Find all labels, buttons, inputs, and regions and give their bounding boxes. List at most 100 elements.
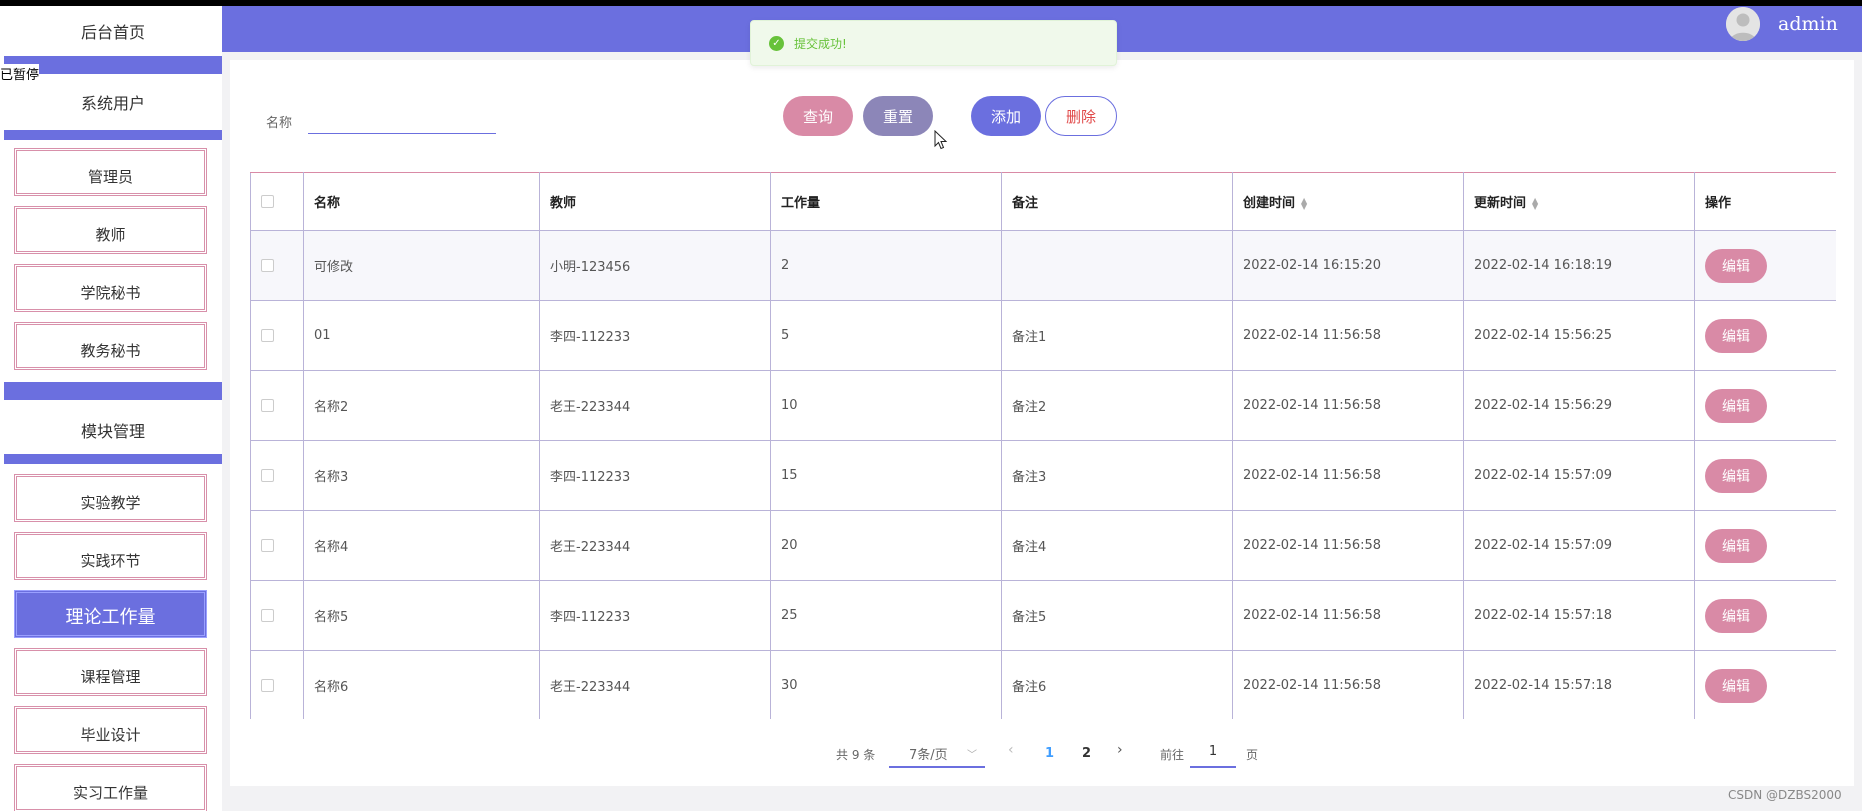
reset-button[interactable]: 重置 xyxy=(863,96,933,136)
cell-teacher: 老王-223344 xyxy=(539,510,771,581)
sidebar-group-modules[interactable]: 模块管理 xyxy=(4,400,222,460)
cell-created: 2022-02-14 11:56:58 xyxy=(1232,440,1464,511)
username[interactable]: admin xyxy=(1778,13,1838,35)
cell-actions: 编辑 xyxy=(1694,580,1836,651)
success-toast: ✓ 提交成功! xyxy=(750,20,1117,66)
row-checkbox[interactable] xyxy=(261,679,274,692)
row-checkbox[interactable] xyxy=(261,329,274,342)
sidebar-item-college-secretary[interactable]: 学院秘书 xyxy=(14,264,207,312)
sidebar-item-admin[interactable]: 管理员 xyxy=(14,148,207,196)
cell-created: 2022-02-14 16:15:20 xyxy=(1232,230,1464,301)
cell-note xyxy=(1001,230,1233,301)
sidebar-item-course-management[interactable]: 课程管理 xyxy=(14,648,207,696)
column-header-updated[interactable]: 更新时间 ▲ ▼ xyxy=(1463,172,1695,231)
sidebar-divider xyxy=(4,454,222,464)
content-panel: 名称 查询 重置 添加 删除 名称 教师 工作量 备注 创建时间 ▲ ▼ 更新时… xyxy=(230,60,1854,786)
prev-page-button[interactable]: ‹ xyxy=(1008,742,1014,758)
page-number-2[interactable]: 2 xyxy=(1082,746,1091,761)
edit-button[interactable]: 编辑 xyxy=(1705,388,1767,423)
add-button[interactable]: 添加 xyxy=(971,96,1041,136)
cell-name: 名称5 xyxy=(303,580,540,651)
row-checkbox[interactable] xyxy=(261,259,274,272)
cell-workload: 5 xyxy=(770,300,1002,371)
next-page-button[interactable]: › xyxy=(1117,742,1123,758)
cell-name: 名称4 xyxy=(303,510,540,581)
select-all-checkbox[interactable] xyxy=(261,195,274,208)
edit-button[interactable]: 编辑 xyxy=(1705,248,1767,283)
row-select-cell xyxy=(250,440,304,511)
cell-name: 名称6 xyxy=(303,650,540,719)
row-checkbox[interactable] xyxy=(261,469,274,482)
cell-created: 2022-02-14 11:56:58 xyxy=(1232,370,1464,441)
cell-teacher: 老王-223344 xyxy=(539,370,771,441)
row-select-cell xyxy=(250,300,304,371)
column-header-workload: 工作量 xyxy=(770,172,1002,231)
query-button[interactable]: 查询 xyxy=(783,96,853,136)
table-row: 名称4 老王-223344 20 备注4 2022-02-14 11:56:58 2022… xyxy=(250,510,1836,581)
cell-note: 备注2 xyxy=(1001,370,1233,441)
edit-button[interactable]: 编辑 xyxy=(1705,318,1767,353)
row-select-cell xyxy=(250,510,304,581)
edit-button[interactable]: 编辑 xyxy=(1705,598,1767,633)
page-number-1[interactable]: 1 xyxy=(1045,746,1054,761)
table-row: 名称6 老王-223344 30 备注6 2022-02-14 11:56:58 2022… xyxy=(250,650,1836,719)
sidebar-item-theory-workload[interactable]: 理论工作量 xyxy=(14,590,207,638)
row-select-cell xyxy=(250,650,304,719)
delete-button[interactable]: 删除 xyxy=(1045,96,1117,136)
goto-page-input[interactable]: 1 xyxy=(1190,740,1236,768)
goto-label: 前往 xyxy=(1160,748,1185,762)
cell-workload: 10 xyxy=(770,370,1002,441)
row-checkbox[interactable] xyxy=(261,539,274,552)
sidebar-item-graduation-design[interactable]: 毕业设计 xyxy=(14,706,207,754)
page-size-select[interactable]: 7条/页 ﹀ xyxy=(889,740,985,768)
cell-note: 备注6 xyxy=(1001,650,1233,719)
user-avatar[interactable] xyxy=(1726,7,1760,41)
name-search-input[interactable] xyxy=(308,100,496,134)
main-area: 名称 查询 重置 添加 删除 名称 教师 工作量 备注 创建时间 ▲ ▼ 更新时… xyxy=(222,52,1862,811)
cell-updated: 2022-02-14 15:56:29 xyxy=(1463,370,1695,441)
cell-updated: 2022-02-14 16:18:19 xyxy=(1463,230,1695,301)
edit-button[interactable]: 编辑 xyxy=(1705,528,1767,563)
check-circle-icon: ✓ xyxy=(769,35,784,51)
sidebar-item-teacher[interactable]: 教师 xyxy=(14,206,207,254)
row-checkbox[interactable] xyxy=(261,399,274,412)
cell-updated: 2022-02-14 15:57:18 xyxy=(1463,650,1695,719)
column-header-actions: 操作 xyxy=(1694,172,1836,231)
table-header-row: 名称 教师 工作量 备注 创建时间 ▲ ▼ 更新时间 ▲ ▼ 操作 xyxy=(250,172,1836,231)
sidebar-item-label: 管理员 xyxy=(87,168,133,186)
sort-icon[interactable]: ▲ ▼ xyxy=(1532,196,1538,210)
cell-actions: 编辑 xyxy=(1694,370,1836,441)
cell-teacher: 李四-112233 xyxy=(539,300,771,371)
table-row: 名称3 李四-112233 15 备注3 2022-02-14 11:56:58 2022… xyxy=(250,440,1836,511)
toast-message: 提交成功! xyxy=(794,36,847,51)
cell-updated: 2022-02-14 15:56:25 xyxy=(1463,300,1695,371)
cell-workload: 30 xyxy=(770,650,1002,719)
cell-name: 名称3 xyxy=(303,440,540,511)
table-body: 可修改 小明-123456 2 2022-02-14 16:15:20 2022-02-… xyxy=(250,230,1836,719)
sidebar-item-label: 教师 xyxy=(95,226,126,244)
sidebar-item-internship-workload[interactable]: 实习工作量 xyxy=(14,764,207,811)
sidebar-item-practice[interactable]: 实践环节 xyxy=(14,532,207,580)
sidebar-item-label: 课程管理 xyxy=(80,668,141,686)
sort-icon[interactable]: ▲ ▼ xyxy=(1301,196,1307,210)
sidebar-item-academic-secretary[interactable]: 教务秘书 xyxy=(14,322,207,370)
row-checkbox[interactable] xyxy=(261,609,274,622)
cell-teacher: 李四-112233 xyxy=(539,440,771,511)
paused-overlay: 已暂停 xyxy=(0,64,40,83)
cell-note: 备注1 xyxy=(1001,300,1233,371)
column-header-label: 更新时间 xyxy=(1474,196,1527,211)
edit-button[interactable]: 编辑 xyxy=(1705,458,1767,493)
edit-button[interactable]: 编辑 xyxy=(1705,668,1767,703)
sidebar: 后台首页 系统用户 管理员 教师 学院秘书 教务秘书 模块管理 实验教学 实践环… xyxy=(0,6,222,811)
cell-created: 2022-02-14 11:56:58 xyxy=(1232,650,1464,719)
cell-name: 名称2 xyxy=(303,370,540,441)
sidebar-item-label: 毕业设计 xyxy=(80,726,141,744)
cell-updated: 2022-02-14 15:57:09 xyxy=(1463,510,1695,581)
sidebar-item-home[interactable]: 后台首页 xyxy=(4,6,222,56)
data-table: 名称 教师 工作量 备注 创建时间 ▲ ▼ 更新时间 ▲ ▼ 操作 可修改 小明-1234… xyxy=(250,172,1836,719)
column-header-label: 创建时间 xyxy=(1243,196,1296,211)
column-header-created[interactable]: 创建时间 ▲ ▼ xyxy=(1232,172,1464,231)
cell-created: 2022-02-14 11:56:58 xyxy=(1232,300,1464,371)
pagination: 共 9 条 7条/页 ﹀ ‹ 1 2 › 前往 1 页 xyxy=(230,740,1854,770)
sidebar-item-lab-teaching[interactable]: 实验教学 xyxy=(14,474,207,522)
